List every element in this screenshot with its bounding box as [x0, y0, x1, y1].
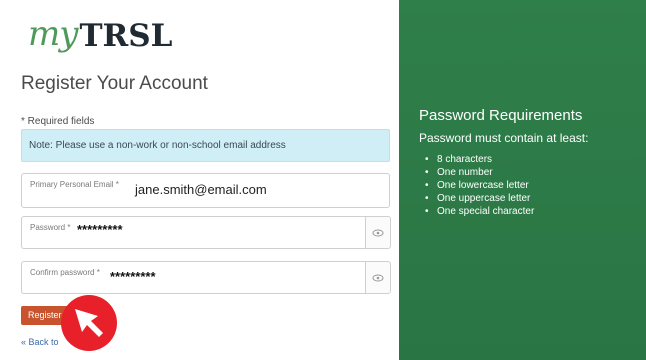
- email-field-value: jane.smith@email.com: [135, 182, 267, 197]
- requirements-list: 8 characters One number One lowercase le…: [425, 153, 534, 218]
- logo-my: my: [28, 14, 78, 54]
- eye-icon: [372, 229, 384, 236]
- password-field-label: Password *: [30, 223, 71, 232]
- email-notice: Note: Please use a non-work or non-schoo…: [21, 129, 390, 162]
- confirm-password-field[interactable]: Confirm password * *********: [21, 261, 365, 294]
- page-title: Register Your Account: [21, 73, 208, 94]
- confirm-password-field-label: Confirm password *: [30, 268, 100, 277]
- password-field-value: *********: [77, 222, 123, 237]
- logo-trsl: TRSL: [79, 18, 173, 54]
- email-field[interactable]: Primary Personal Email * jane.smith@emai…: [21, 173, 390, 208]
- cursor-arrow-icon: [61, 295, 117, 351]
- show-confirm-password-toggle[interactable]: [365, 261, 391, 294]
- list-item: One lowercase letter: [425, 179, 534, 192]
- password-requirements-panel: Password Requirements Password must cont…: [399, 0, 646, 360]
- email-field-label: Primary Personal Email *: [30, 180, 119, 189]
- confirm-password-field-value: *********: [110, 269, 156, 284]
- requirements-subtitle: Password must contain at least:: [419, 131, 589, 145]
- list-item: One number: [425, 166, 534, 179]
- password-field[interactable]: Password * *********: [21, 216, 365, 249]
- requirements-title: Password Requirements: [419, 107, 583, 124]
- mytrsl-logo: my TRSL: [28, 10, 172, 54]
- list-item: One special character: [425, 205, 534, 218]
- show-password-toggle[interactable]: [365, 216, 391, 249]
- back-link[interactable]: « Back to: [21, 337, 63, 347]
- list-item: 8 characters: [425, 153, 534, 166]
- eye-icon: [372, 274, 384, 281]
- list-item: One uppercase letter: [425, 192, 534, 205]
- required-fields-note: * Required fields: [21, 116, 95, 127]
- registration-panel: my TRSL Register Your Account * Required…: [0, 0, 399, 360]
